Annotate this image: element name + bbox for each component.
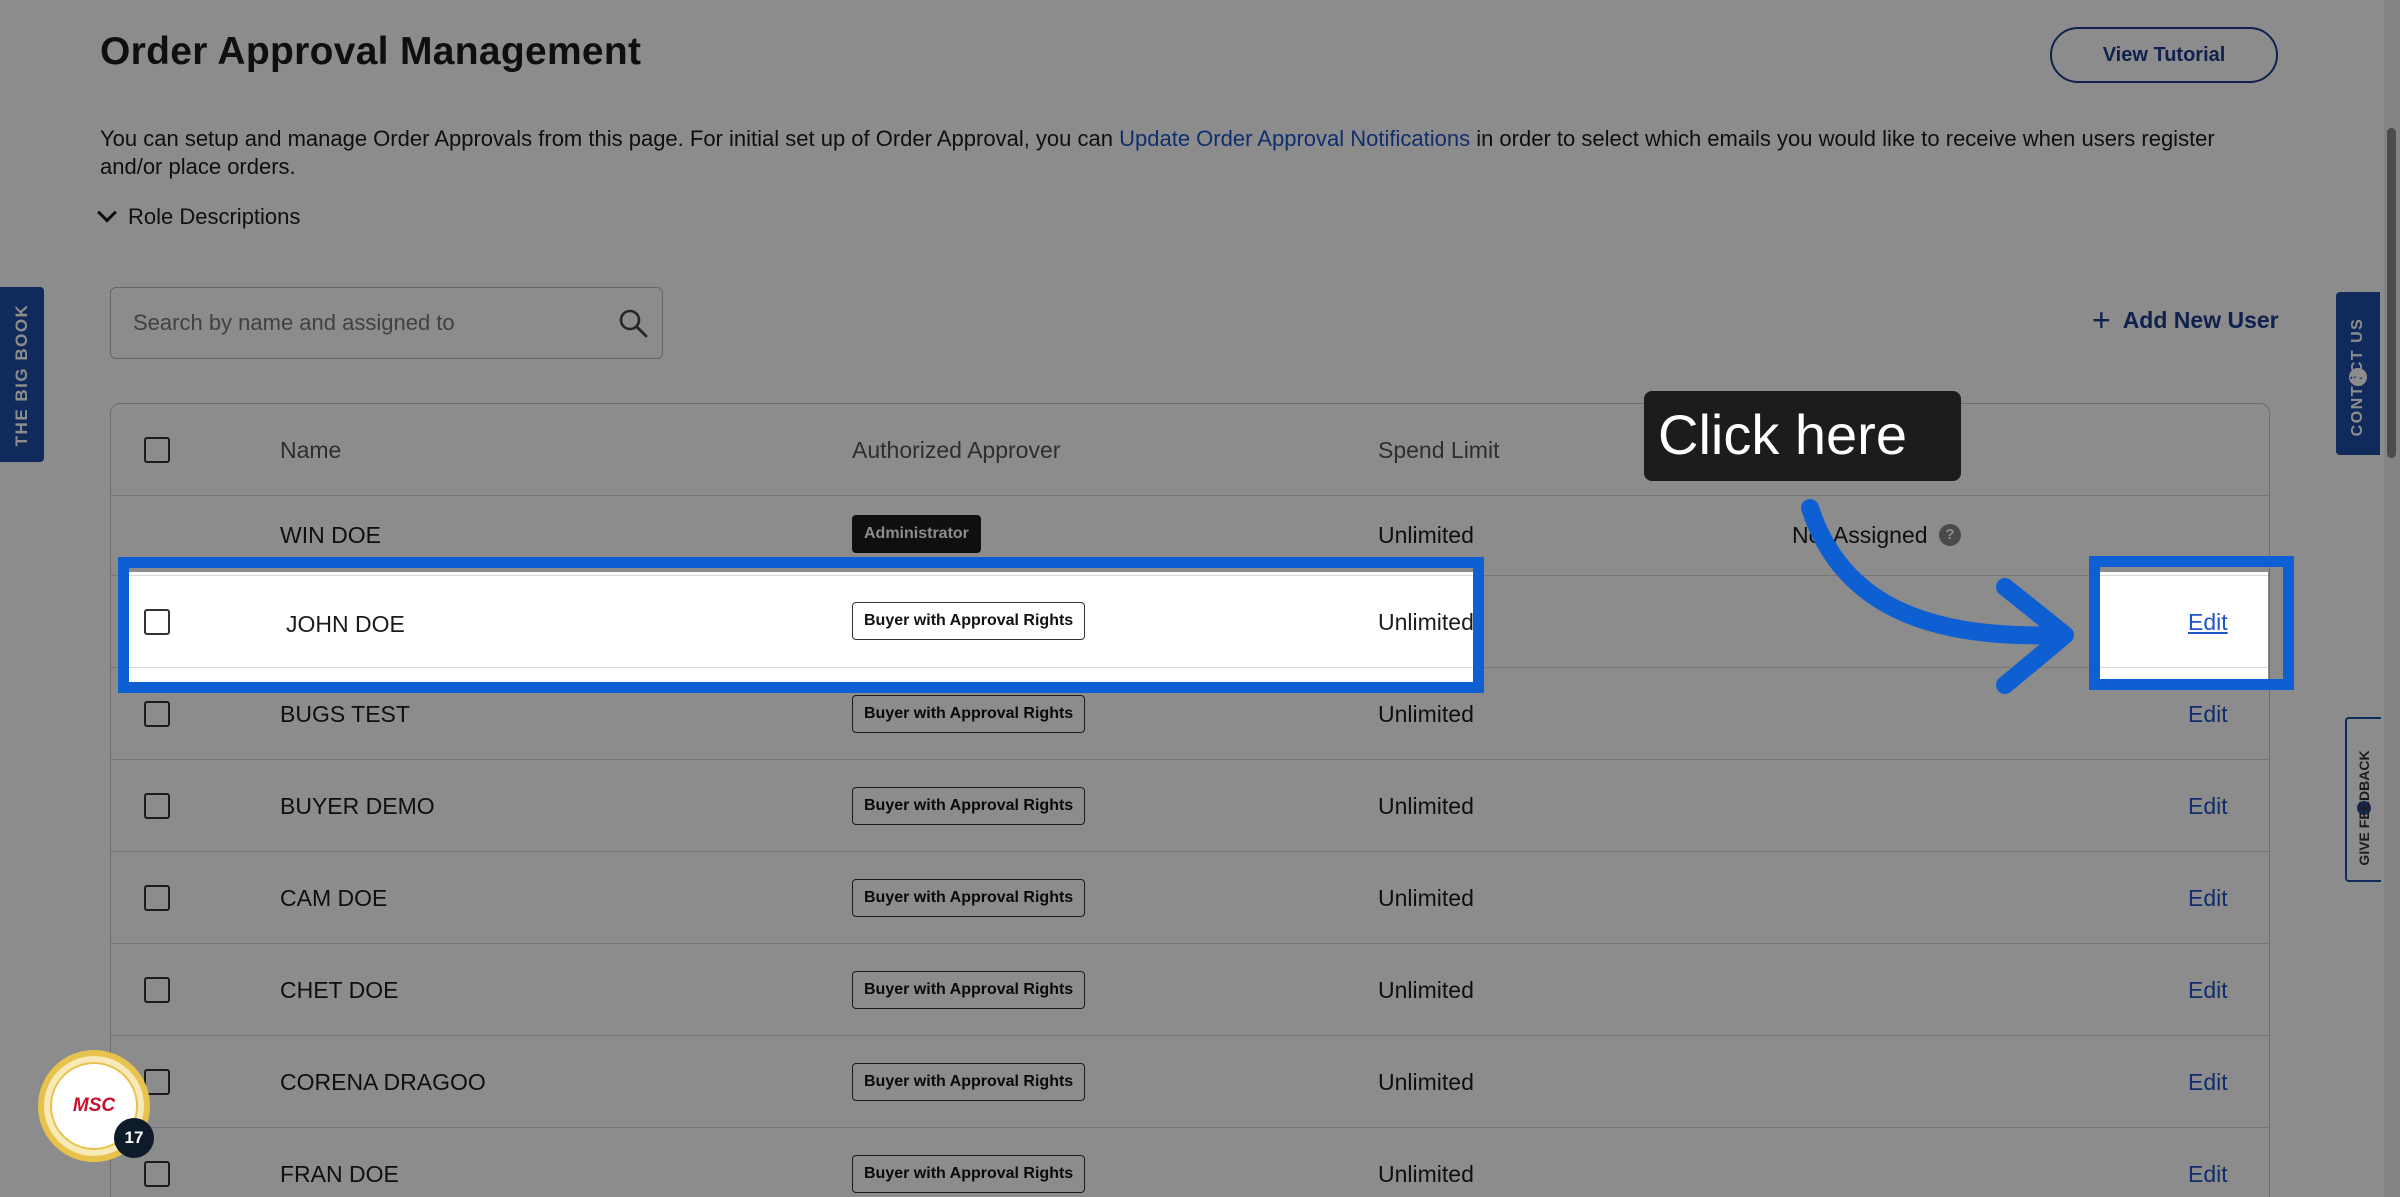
dim-overlay bbox=[0, 572, 129, 687]
dim-overlay bbox=[0, 0, 2400, 572]
pointer-arrow-icon bbox=[1801, 499, 2074, 694]
highlight-edit-box bbox=[2089, 556, 2294, 690]
dim-overlay bbox=[0, 687, 2400, 1197]
click-here-tooltip: Click here bbox=[1644, 391, 1961, 481]
msc-badge[interactable]: MSC 17 bbox=[38, 1050, 154, 1162]
notification-count: 17 bbox=[114, 1118, 154, 1158]
highlight-row-box bbox=[118, 557, 1484, 693]
